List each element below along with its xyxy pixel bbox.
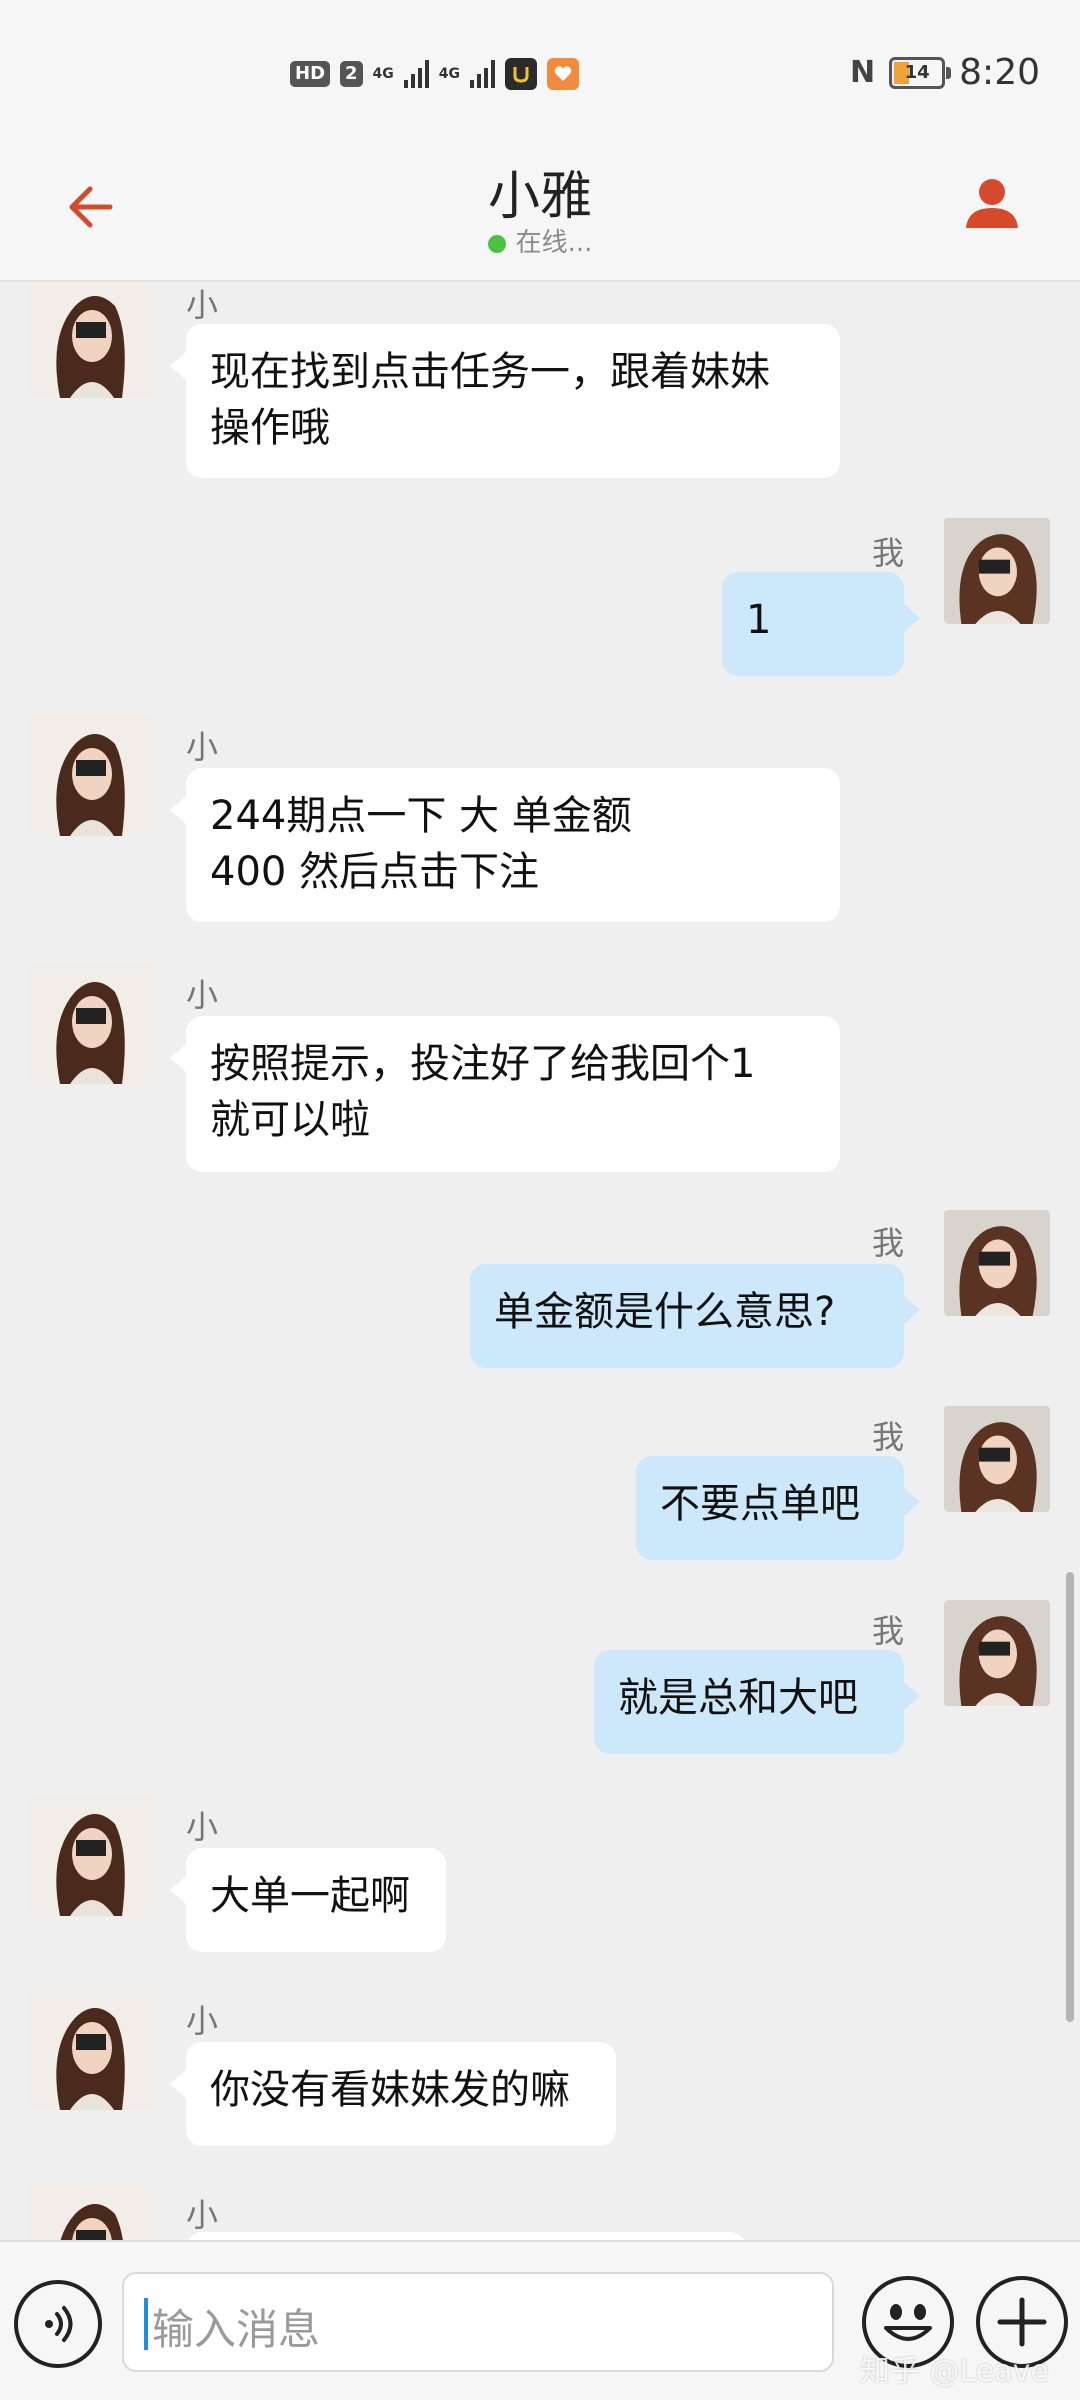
- message-input-placeholder: 输入消息: [152, 2305, 321, 2354]
- message-bubble[interactable]: 单金额是什么意思?: [470, 1264, 920, 1368]
- clock: 8:20: [959, 52, 1040, 93]
- message-bubble[interactable]: 244期点一下 大 单金额 400 然后点击下注: [170, 768, 840, 922]
- signal-label-2: 4G: [438, 66, 461, 82]
- nfc-icon: N: [850, 55, 876, 90]
- hd-icon: HD: [290, 61, 331, 87]
- avatar[interactable]: [30, 2184, 152, 2240]
- chat-header: 小雅 在线...: [0, 150, 1080, 282]
- signal-label-1: 4G: [372, 66, 394, 82]
- message-list[interactable]: 小雅 现在找到点击任务一，跟着妹妹 操作哦 我 1 小雅 244期点一下 大 单…: [0, 282, 1080, 2240]
- message-bubble[interactable]: 现在找到点击任务一，跟着妹妹 操作哦: [170, 324, 840, 478]
- battery-icon: 14: [889, 56, 952, 89]
- message-bubble[interactable]: 你没有看妹妹发的嘛: [170, 2042, 616, 2146]
- message-bubble[interactable]: 不要点单吧: [636, 1456, 920, 1560]
- voice-button[interactable]: [14, 2280, 102, 2368]
- app-notification-icon: [505, 58, 538, 90]
- avatar[interactable]: [30, 1988, 152, 2110]
- voice-icon: [45, 2306, 73, 2342]
- message-input[interactable]: 输入消息: [122, 2272, 834, 2372]
- person-icon: [966, 179, 1018, 228]
- online-dot-icon: [487, 234, 506, 253]
- sender-name: 我: [872, 1612, 905, 1650]
- page-title: 小雅: [487, 167, 592, 227]
- watermark: 知乎 @Leave: [860, 2354, 1049, 2389]
- avatar[interactable]: [30, 962, 152, 1084]
- text-caret: [144, 2298, 148, 2350]
- avatar[interactable]: [30, 714, 152, 836]
- presence-status: 在线...: [0, 222, 1080, 259]
- chat-screen: HD 2 4G 4G N 14 8:20 小雅 在线... 小 现在找到点击任务…: [0, 0, 1080, 2400]
- message-bubble[interactable]: 就是总和大吧: [594, 1650, 920, 1754]
- status-bar: HD 2 4G 4G N 14 8:20: [0, 0, 1080, 150]
- message-composer: 输入消息 知乎 @Leave: [0, 2240, 1080, 2400]
- battery-level: 14: [904, 61, 930, 83]
- message-bubble[interactable]: [186, 2232, 746, 2240]
- status-left: HD 2 4G 4G: [290, 58, 580, 90]
- message-bubble[interactable]: 按照提示，投注好了给我回个1 就可以啦: [170, 1016, 840, 1172]
- scrollbar[interactable]: [1066, 1572, 1074, 2022]
- heart-app-icon: [547, 58, 580, 90]
- avatar[interactable]: [944, 1210, 1050, 1316]
- message-bubble[interactable]: 大单一起啊: [170, 1848, 446, 1952]
- sender-name: 我: [872, 1418, 905, 1456]
- message-bubble[interactable]: 1: [722, 572, 920, 676]
- status-right: N 14 8:20: [850, 52, 1040, 93]
- sender-name: 我: [872, 1224, 905, 1262]
- avatar[interactable]: [30, 1794, 152, 1916]
- profile-button[interactable]: [954, 164, 1030, 240]
- signal-icon: [403, 60, 429, 88]
- avatar[interactable]: [944, 1406, 1050, 1512]
- avatar[interactable]: [944, 518, 1050, 624]
- sender-name: 我: [872, 534, 905, 572]
- signal-icon: [470, 60, 496, 88]
- avatar[interactable]: [944, 1600, 1050, 1706]
- presence-text: 在线...: [515, 228, 593, 258]
- sim-badge: 2: [340, 61, 363, 87]
- avatar[interactable]: [30, 282, 152, 398]
